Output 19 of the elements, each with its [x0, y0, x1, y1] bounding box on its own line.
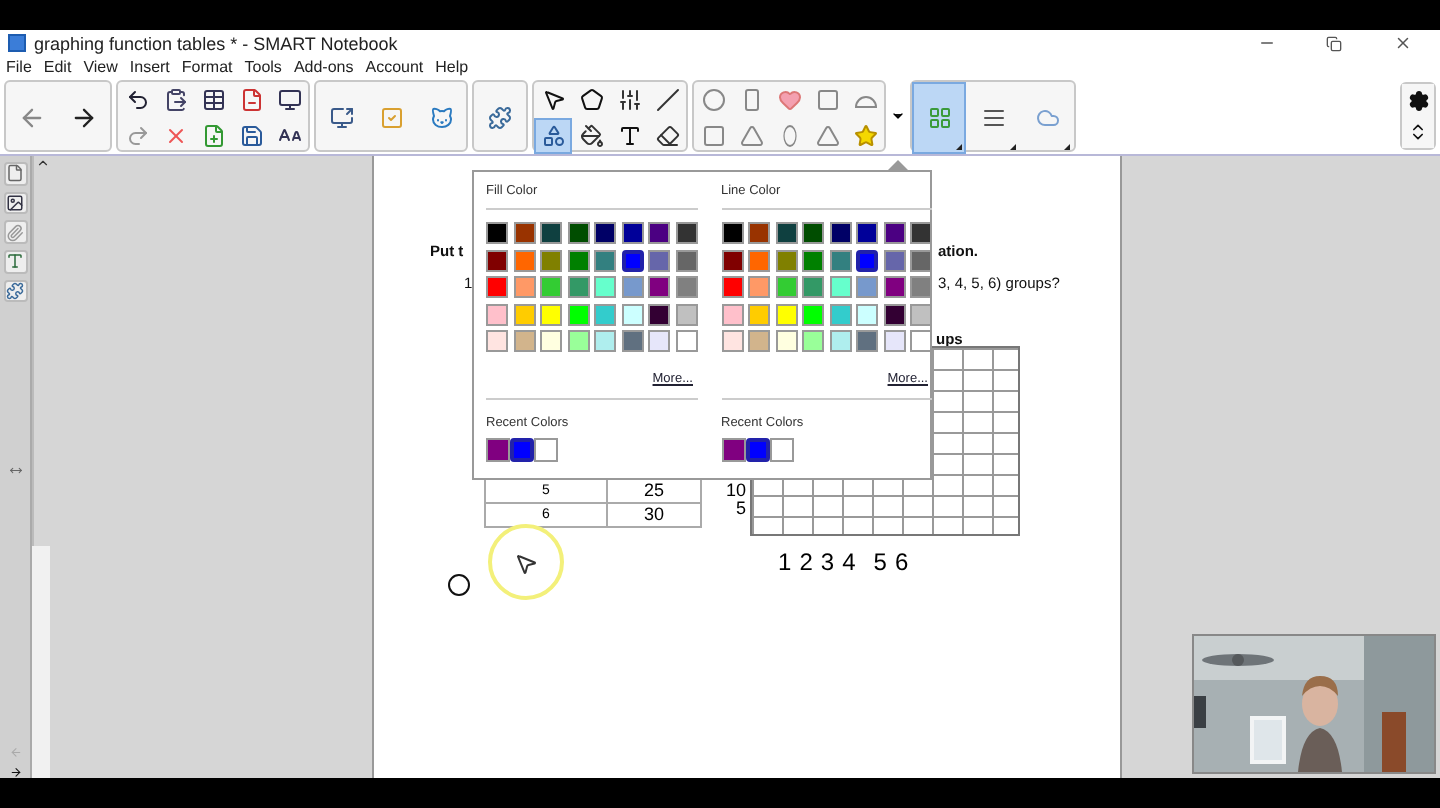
axis-label: 2	[799, 548, 813, 576]
menu-item[interactable]: View	[83, 58, 118, 76]
menu-item[interactable]: Insert	[129, 58, 170, 76]
axis-label: 6	[894, 548, 909, 576]
menu-item[interactable]: Edit	[43, 58, 72, 76]
axis-label: 4	[842, 548, 856, 576]
menu-item[interactable]: Format	[181, 58, 233, 76]
menu-item[interactable]: Add-ons	[293, 58, 354, 76]
axis-label: 10	[725, 482, 746, 500]
menu-item[interactable]: Tools	[244, 58, 282, 76]
axis-label: 3	[820, 548, 835, 576]
axis-label: 5	[873, 548, 887, 576]
menu-item[interactable]: Help	[435, 58, 469, 76]
window-title: graphing function tables * - SMART Notebook	[34, 33, 400, 53]
axis-label: 1	[778, 548, 792, 576]
menu-item[interactable]: File	[6, 58, 32, 76]
table-cell: 30	[607, 503, 701, 527]
axis-label: 5	[735, 500, 746, 518]
menu-item[interactable]: Account	[365, 58, 424, 76]
